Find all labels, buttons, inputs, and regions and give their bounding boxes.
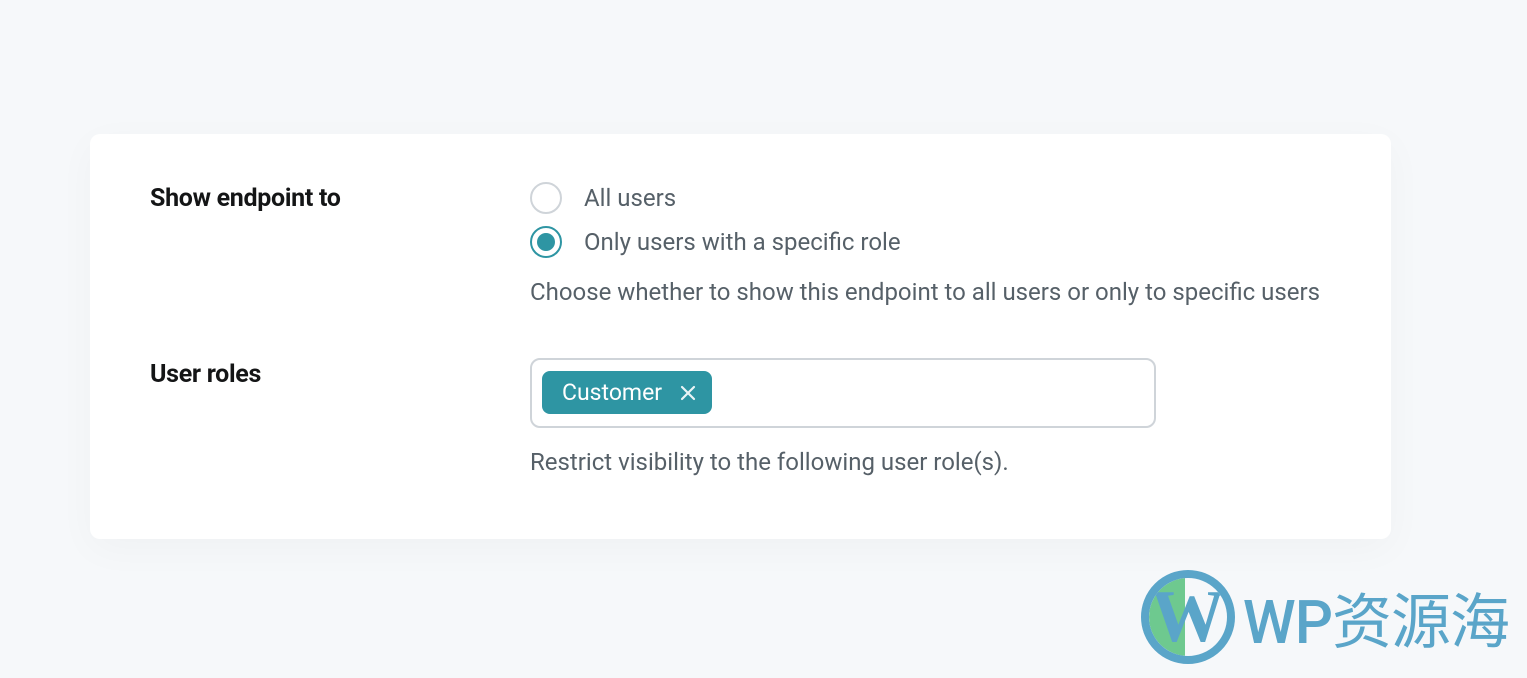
radio-inner-dot bbox=[537, 233, 555, 251]
show-endpoint-help: Choose whether to show this endpoint to … bbox=[530, 276, 1331, 310]
watermark-text: WP资源海 bbox=[1243, 574, 1509, 661]
radio-icon bbox=[530, 182, 562, 214]
radio-icon-selected bbox=[530, 226, 562, 258]
radio-specific-role[interactable]: Only users with a specific role bbox=[530, 226, 1331, 258]
radio-all-users-label: All users bbox=[584, 184, 676, 212]
label-column: User roles bbox=[150, 358, 530, 389]
setting-row-show-endpoint: Show endpoint to All users Only users wi… bbox=[150, 182, 1331, 310]
role-tag-label: Customer bbox=[562, 379, 662, 406]
user-roles-help: Restrict visibility to the following use… bbox=[530, 446, 1331, 480]
control-column: All users Only users with a specific rol… bbox=[530, 182, 1331, 310]
role-tag-customer: Customer bbox=[542, 371, 712, 414]
show-endpoint-label: Show endpoint to bbox=[150, 184, 530, 213]
user-roles-input[interactable]: Customer bbox=[530, 358, 1156, 428]
settings-card: Show endpoint to All users Only users wi… bbox=[90, 134, 1391, 539]
setting-row-user-roles: User roles Customer Restrict visibility … bbox=[150, 358, 1331, 480]
radio-specific-role-label: Only users with a specific role bbox=[584, 228, 901, 256]
close-icon bbox=[680, 385, 696, 401]
user-roles-label: User roles bbox=[150, 360, 530, 389]
remove-tag-button[interactable] bbox=[680, 385, 696, 401]
label-column: Show endpoint to bbox=[150, 182, 530, 213]
control-column: Customer Restrict visibility to the foll… bbox=[530, 358, 1331, 480]
watermark: W WP资源海 bbox=[1141, 570, 1509, 664]
radio-all-users[interactable]: All users bbox=[530, 182, 1331, 214]
watermark-logo: W bbox=[1141, 570, 1235, 664]
